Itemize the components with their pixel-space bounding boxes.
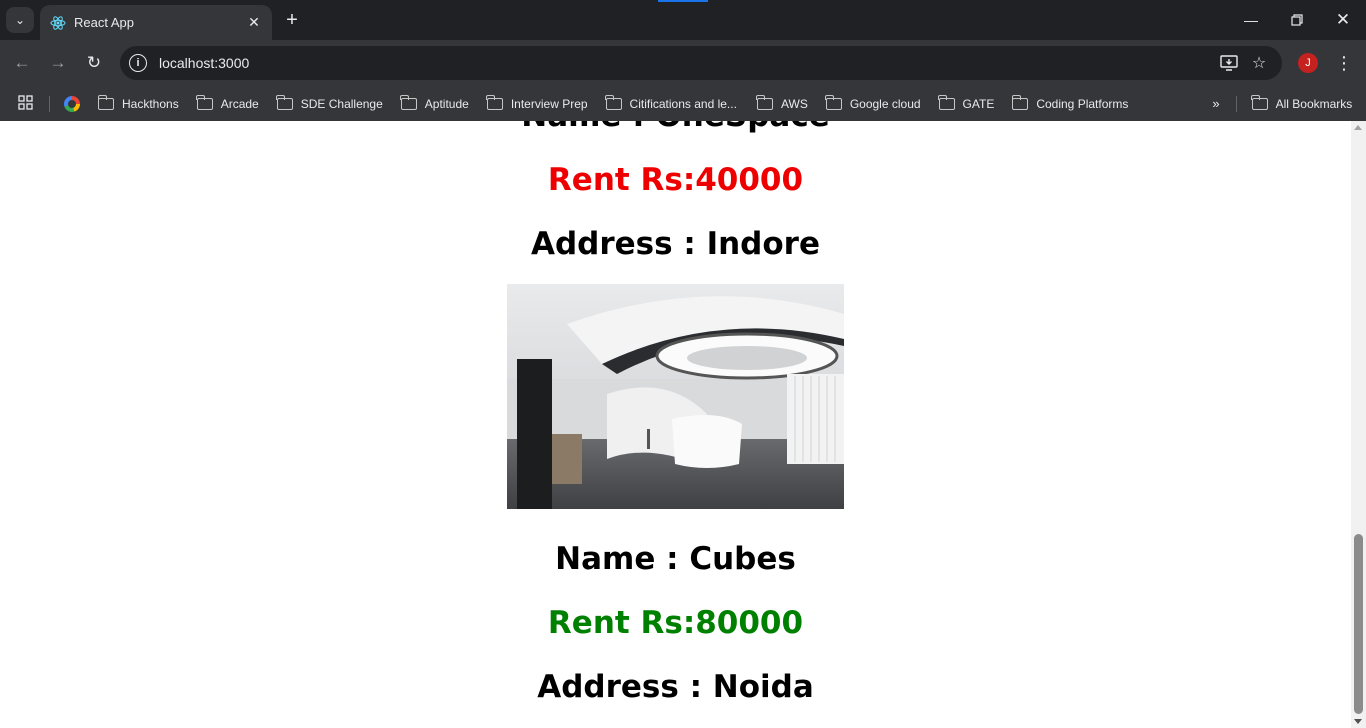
office-space-image — [507, 284, 844, 509]
folder-icon — [400, 94, 417, 110]
bookmark-label: Hackthons — [122, 96, 179, 111]
all-bookmarks-button[interactable]: All Bookmarks — [1251, 90, 1353, 118]
address-bar[interactable]: i localhost:3000 ☆ — [120, 46, 1282, 80]
tab-strip: ⌄ React App ✕ + — ✕ — [0, 0, 1366, 40]
apps-grid-icon[interactable] — [18, 94, 36, 113]
bookmark-folder-arcade[interactable]: Arcade — [196, 90, 259, 118]
bookmark-folder-aptitude[interactable]: Aptitude — [400, 90, 469, 118]
page-scrollbar[interactable] — [1351, 121, 1366, 728]
bookmark-folder-gate[interactable]: GATE — [938, 90, 995, 118]
folder-icon — [276, 94, 293, 110]
tab-title: React App — [74, 15, 134, 30]
reload-icon: ↻ — [86, 53, 102, 72]
bookmark-star-icon[interactable]: ☆ — [1244, 48, 1274, 78]
folder-icon — [486, 94, 503, 110]
folder-icon — [97, 94, 114, 110]
bookmark-label: Google cloud — [849, 96, 921, 111]
bookmark-label: Aptitude — [424, 96, 469, 111]
space-address: Address : Noida — [537, 669, 814, 705]
bookmark-folder-hackthons[interactable]: Hackthons — [97, 90, 179, 118]
bookmarks-divider — [1235, 95, 1237, 112]
space-name: Name : Cubes — [555, 541, 796, 577]
space-address: Address : Indore — [531, 226, 820, 262]
arrow-left-icon: ← — [13, 53, 31, 72]
space-rent: Rent Rs:80000 — [547, 605, 804, 641]
space-rent: Rent Rs:40000 — [547, 162, 804, 198]
more-bookmarks-icon[interactable]: » — [1212, 96, 1219, 111]
close-tab-icon[interactable]: ✕ — [244, 13, 264, 33]
bookmark-label: AWS — [780, 96, 808, 111]
folder-icon — [605, 94, 622, 110]
forward-button[interactable]: → — [44, 49, 72, 77]
folder-icon — [825, 94, 842, 110]
page-content: Name : OneSpace Rent Rs:40000 Address : … — [0, 121, 1351, 728]
url-text[interactable]: localhost:3000 — [159, 55, 1214, 71]
bookmark-label: Citifications and le... — [629, 96, 737, 111]
bookmark-label: Arcade — [220, 96, 259, 111]
bookmark-label: Interview Prep — [510, 96, 588, 111]
bookmark-folder-coding-platforms[interactable]: Coding Platforms — [1011, 90, 1129, 118]
restore-button[interactable] — [1274, 0, 1320, 40]
react-logo-icon — [50, 15, 66, 31]
bookmark-label: Coding Platforms — [1036, 96, 1129, 111]
more-menu-icon[interactable]: ⋮ — [1332, 49, 1356, 77]
bookmark-folder-certifications[interactable]: Citifications and le... — [605, 90, 737, 118]
bookmark-folder-interview-prep[interactable]: Interview Prep — [486, 90, 588, 118]
arrow-right-icon: → — [49, 53, 67, 72]
bookmark-label: SDE Challenge — [300, 96, 383, 111]
space-name: Name : OneSpace — [0, 121, 1351, 136]
restore-icon — [1291, 14, 1303, 26]
bookmark-folder-sde-challenge[interactable]: SDE Challenge — [276, 90, 383, 118]
chevron-down-icon: ⌄ — [14, 13, 26, 27]
install-app-icon[interactable] — [1214, 48, 1244, 78]
folder-icon — [1011, 94, 1029, 110]
browser-toolbar: ← → ↻ i localhost:3000 ☆ J ⋮ — [0, 40, 1366, 86]
close-window-button[interactable]: ✕ — [1320, 0, 1366, 40]
bookmark-folder-aws[interactable]: AWS — [756, 90, 808, 118]
bookmarks-divider — [49, 95, 50, 112]
profile-avatar[interactable]: J — [1298, 53, 1318, 73]
minimize-button[interactable]: — — [1228, 0, 1274, 40]
bookmark-folder-google-cloud[interactable]: Google cloud — [825, 90, 921, 118]
folder-icon — [938, 94, 955, 110]
bookmarks-bar: Hackthons Arcade SDE Challenge Aptitude … — [0, 86, 1366, 121]
folder-icon — [756, 94, 773, 110]
google-icon[interactable] — [64, 95, 80, 112]
bookmark-label: GATE — [962, 96, 995, 111]
scrollbar-thumb[interactable] — [1354, 534, 1363, 714]
folder-icon — [1251, 94, 1268, 110]
all-bookmarks-label: All Bookmarks — [1275, 96, 1353, 111]
tab-search-button[interactable]: ⌄ — [6, 7, 34, 33]
tab-react-app[interactable]: React App ✕ — [40, 5, 272, 40]
scroll-up-arrow-icon[interactable] — [1354, 125, 1362, 130]
new-tab-button[interactable]: + — [281, 9, 303, 31]
back-button[interactable]: ← — [8, 49, 36, 77]
reload-button[interactable]: ↻ — [80, 49, 108, 77]
folder-icon — [196, 94, 213, 110]
scroll-down-arrow-icon[interactable] — [1354, 719, 1362, 724]
tab-strip-accent — [658, 0, 708, 2]
site-info-icon[interactable]: i — [129, 54, 147, 72]
